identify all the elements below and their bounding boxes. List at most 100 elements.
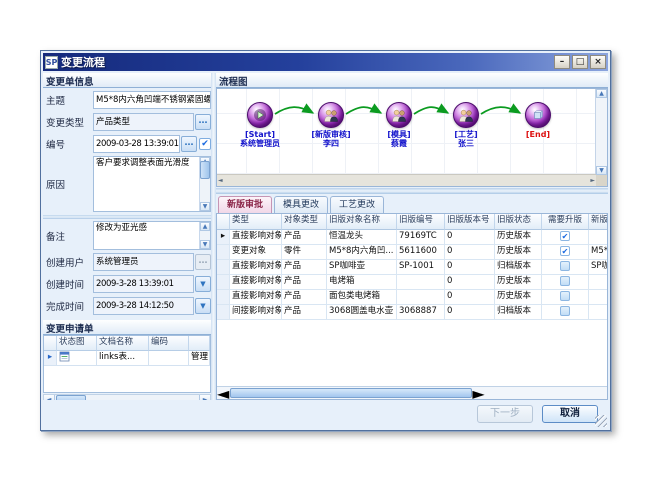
flowchart-canvas[interactable]: [Start]系统管理员[新版审核]李四[模具]蔡霞[工艺]张三[End] bbox=[217, 89, 596, 175]
cell: 归档版本 bbox=[495, 260, 542, 275]
code-cell bbox=[149, 351, 189, 366]
finish-time-dropdown-icon[interactable]: ▼ bbox=[195, 298, 211, 314]
scroll-down-icon[interactable]: ▼ bbox=[200, 240, 210, 249]
change-type-browse-button[interactable]: … bbox=[195, 114, 211, 130]
checkbox-unchecked-icon[interactable] bbox=[560, 291, 570, 301]
remark-textarea[interactable]: 修改为亚光感 ▲ ▼ bbox=[93, 221, 211, 250]
scroll-down-icon[interactable]: ▼ bbox=[200, 202, 210, 211]
scroll-down-icon[interactable]: ▼ bbox=[596, 166, 607, 175]
table-row[interactable]: ▸直接影响对象产品恒温龙头79169TC0历史版本✔ bbox=[217, 230, 607, 245]
scroll-up-icon[interactable]: ▲ bbox=[200, 222, 210, 231]
checkbox-unchecked-icon[interactable] bbox=[560, 276, 570, 286]
start-icon bbox=[253, 108, 267, 122]
review-grid-hscrollbar[interactable]: ◄ ► bbox=[217, 386, 607, 399]
cell: 直接影响对象 bbox=[230, 290, 282, 305]
column-header[interactable] bbox=[189, 336, 210, 351]
tab-1[interactable]: 新版审批 bbox=[218, 196, 272, 213]
change-type-input[interactable]: 产品类型 bbox=[93, 113, 194, 131]
number-checkbox[interactable]: ✔ bbox=[199, 138, 211, 150]
column-header[interactable]: 旧版编号 bbox=[397, 214, 445, 230]
extra-cell: 管理 bbox=[189, 351, 210, 366]
flowchart-vscrollbar[interactable]: ▲ ▼ bbox=[595, 89, 607, 175]
scroll-right-icon[interactable]: ► bbox=[472, 384, 484, 401]
tab-3[interactable]: 工艺更改 bbox=[330, 196, 384, 213]
create-time-input[interactable]: 2009-3-28 13:39:01 bbox=[93, 275, 194, 293]
subject-input[interactable]: M5*8内六角凹端不锈钢紧固螺钉 bbox=[93, 91, 211, 109]
tab-2[interactable]: 模具更改 bbox=[274, 196, 328, 213]
scroll-left-icon[interactable]: ◄ bbox=[217, 384, 229, 401]
close-button[interactable]: × bbox=[590, 55, 606, 69]
column-header[interactable]: 文档名称 bbox=[97, 336, 149, 351]
flow-node-end[interactable] bbox=[525, 102, 551, 128]
reason-scrollbar[interactable]: ▲ ▼ bbox=[199, 157, 210, 211]
flow-node-task[interactable] bbox=[318, 102, 344, 128]
flow-node-label: [End] bbox=[496, 130, 580, 139]
cancel-button[interactable]: 取消 bbox=[542, 405, 598, 423]
maximize-button[interactable]: □ bbox=[572, 55, 588, 69]
table-row[interactable]: 直接影响对象产品面包类电烤箱0历史版本 bbox=[217, 290, 607, 305]
number-browse-button[interactable]: … bbox=[181, 136, 197, 152]
cell: SP咖 bbox=[589, 260, 607, 275]
create-time-dropdown-icon[interactable]: ▼ bbox=[195, 276, 211, 292]
column-header[interactable]: 编码 bbox=[149, 336, 189, 351]
window-controls: – □ × bbox=[554, 55, 606, 69]
column-header[interactable]: 旧版状态 bbox=[495, 214, 542, 230]
create-user-browse-button: … bbox=[195, 254, 211, 270]
column-header[interactable]: 旧版版本号 bbox=[445, 214, 495, 230]
list-item[interactable]: ▸links表...管理 bbox=[44, 351, 210, 366]
number-label: 编号 bbox=[43, 137, 93, 151]
scroll-right-icon[interactable]: ► bbox=[590, 177, 595, 184]
horizontal-splitter[interactable] bbox=[216, 188, 608, 194]
create-user-input[interactable]: 系统管理员 bbox=[93, 253, 194, 271]
column-header[interactable]: 对象类型 bbox=[282, 214, 327, 230]
finish-time-input[interactable]: 2009-3-28 14:12:50 bbox=[93, 297, 194, 315]
flow-node-task[interactable] bbox=[386, 102, 412, 128]
scroll-up-icon[interactable]: ▲ bbox=[596, 89, 607, 98]
cell bbox=[397, 290, 445, 305]
column-header[interactable]: 需要升版 bbox=[542, 214, 589, 230]
change-type-row: 变更类型 产品类型 … bbox=[43, 112, 211, 132]
table-row[interactable]: 变更对象零件M5*8内六角凹...56116000历史版本✔M5*8 bbox=[217, 245, 607, 260]
create-user-label: 创建用户 bbox=[43, 255, 93, 269]
checkbox-unchecked-icon[interactable] bbox=[560, 306, 570, 316]
scroll-thumb[interactable] bbox=[230, 388, 472, 398]
cell: 0 bbox=[445, 230, 495, 245]
request-table: 状态图文档名称编码 ▸links表...管理 bbox=[43, 335, 211, 393]
cell: 3068圆盖电水壶 bbox=[327, 305, 397, 320]
cell: 0 bbox=[445, 275, 495, 290]
table-row[interactable]: 直接影响对象产品SP咖啡壶SP-10010归档版本SP咖 bbox=[217, 260, 607, 275]
checkbox-unchecked-icon[interactable] bbox=[560, 261, 570, 271]
minimize-button[interactable]: – bbox=[554, 55, 570, 69]
subject-label: 主题 bbox=[43, 93, 93, 107]
column-header[interactable]: 类型 bbox=[230, 214, 282, 230]
reason-label: 原因 bbox=[43, 177, 93, 191]
upgrade-cell bbox=[542, 275, 589, 290]
flowchart-hscrollbar[interactable]: ◄ ► bbox=[217, 174, 596, 186]
number-input[interactable]: 2009-03-28 13:39:01 bbox=[93, 135, 180, 153]
flow-and-grid-panel: 流程图 [Start]系统管理员[新版审核]李四[模具]蔡霞[工艺]张三[End… bbox=[216, 73, 608, 400]
flow-node-start[interactable] bbox=[247, 102, 273, 128]
table-row[interactable]: 间接影响对象产品3068圆盖电水壶30688870归档版本 bbox=[217, 305, 607, 320]
cell: 产品 bbox=[282, 305, 327, 320]
column-header[interactable]: 新版 bbox=[589, 214, 608, 230]
flow-node-label-line1: [End] bbox=[496, 130, 580, 139]
checkbox-checked-icon[interactable]: ✔ bbox=[560, 231, 570, 241]
column-header[interactable] bbox=[44, 336, 57, 351]
resize-grip[interactable] bbox=[595, 415, 607, 427]
reason-textarea[interactable]: 客户要求调整表面光滑度 ▲ ▼ bbox=[93, 156, 211, 212]
column-header[interactable] bbox=[217, 214, 230, 230]
cell: M5*8内六角凹... bbox=[327, 245, 397, 260]
scroll-left-icon[interactable]: ◄ bbox=[218, 177, 223, 184]
cell: SP-1001 bbox=[397, 260, 445, 275]
cell: 直接影响对象 bbox=[230, 230, 282, 245]
flow-node-task[interactable] bbox=[453, 102, 479, 128]
window-titlebar[interactable]: SP 变更流程 – □ × bbox=[43, 53, 608, 71]
column-header[interactable]: 旧版对象名称 bbox=[327, 214, 397, 230]
table-row[interactable]: 直接影响对象产品电烤箱0历史版本 bbox=[217, 275, 607, 290]
remark-scrollbar[interactable]: ▲ ▼ bbox=[199, 222, 210, 249]
scroll-thumb[interactable] bbox=[200, 161, 210, 179]
column-header[interactable]: 状态图 bbox=[57, 336, 97, 351]
reason-text: 客户要求调整表面光滑度 bbox=[96, 158, 190, 168]
checkbox-checked-icon[interactable]: ✔ bbox=[560, 246, 570, 256]
cell: 面包类电烤箱 bbox=[327, 290, 397, 305]
